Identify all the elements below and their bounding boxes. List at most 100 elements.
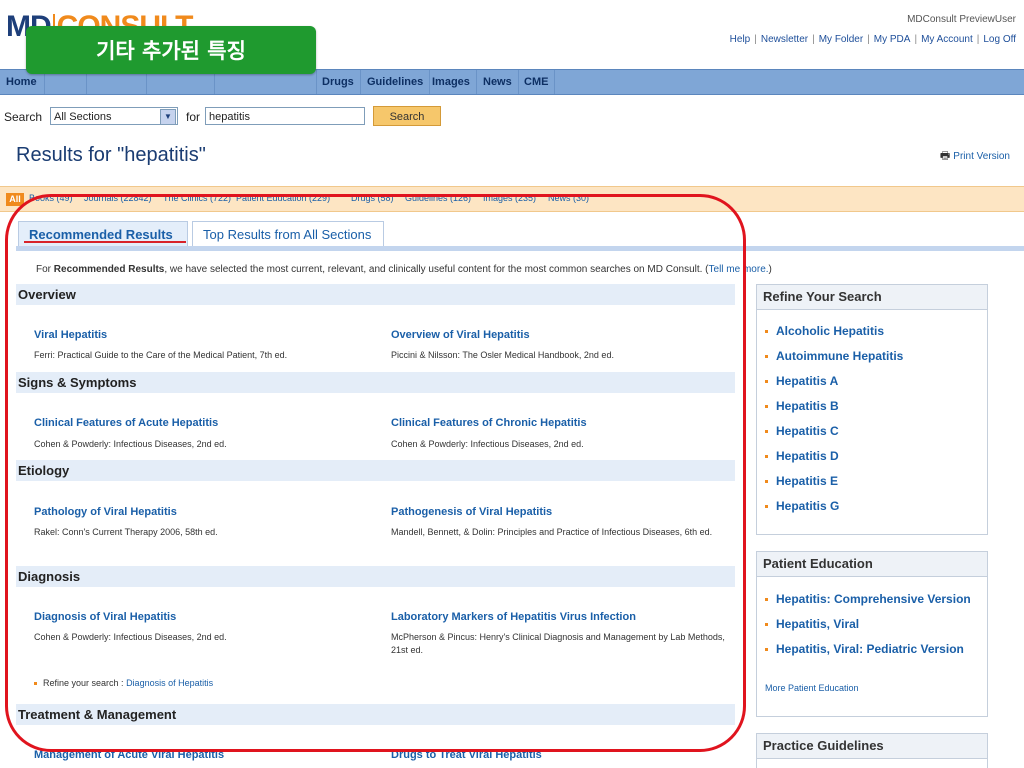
result-link[interactable]: Viral Hepatitis bbox=[34, 329, 107, 341]
section-select-value: All Sections bbox=[54, 111, 112, 123]
refine-item[interactable]: Alcoholic Hepatitis bbox=[765, 324, 884, 338]
refine-item[interactable]: Hepatitis A bbox=[765, 374, 838, 388]
filter-journals[interactable]: Journals (22842) bbox=[84, 193, 152, 203]
bullet-icon bbox=[765, 455, 768, 459]
practice-guidelines-heading: Practice Guidelines bbox=[757, 734, 987, 759]
tab-top-results[interactable]: Top Results from All Sections bbox=[192, 221, 384, 246]
section-heading-etiology: Etiology bbox=[16, 460, 735, 481]
result-source: Piccini & Nilsson: The Osler Medical Han… bbox=[391, 350, 614, 360]
section-filter-bar: All Books (49) Journals (22842) The Clin… bbox=[0, 186, 1024, 212]
separator: | bbox=[754, 34, 757, 45]
filter-clinics[interactable]: The Clinics (722) bbox=[163, 193, 231, 203]
result-link[interactable]: Laboratory Markers of Hepatitis Virus In… bbox=[391, 611, 636, 623]
intro-suffix: ) bbox=[768, 264, 772, 275]
refine-item-label: Hepatitis A bbox=[776, 374, 839, 388]
filter-books[interactable]: Books (49) bbox=[29, 193, 73, 203]
nav-drugs[interactable]: Drugs bbox=[316, 70, 361, 94]
refine-item-label: Hepatitis B bbox=[776, 399, 839, 413]
result-link[interactable]: Pathogenesis of Viral Hepatitis bbox=[391, 506, 552, 518]
intro-prefix: For bbox=[36, 264, 54, 275]
section-heading-diagnosis: Diagnosis bbox=[16, 566, 735, 587]
patient-education-heading: Patient Education bbox=[757, 552, 987, 577]
tab-underline bbox=[24, 241, 186, 243]
result-link[interactable]: Pathology of Viral Hepatitis bbox=[34, 506, 177, 518]
filter-images[interactable]: Images (235) bbox=[483, 193, 536, 203]
result-link[interactable]: Management of Acute Viral Hepatitis bbox=[34, 749, 224, 761]
bullet-icon bbox=[765, 648, 768, 652]
nav-news[interactable]: News bbox=[477, 70, 519, 94]
separator: | bbox=[914, 34, 918, 45]
filter-all[interactable]: All bbox=[6, 193, 24, 206]
bullet-icon bbox=[765, 430, 768, 434]
patient-education-item[interactable]: Hepatitis: Comprehensive Version bbox=[765, 592, 971, 606]
refine-item[interactable]: Autoimmune Hepatitis bbox=[765, 349, 903, 363]
intro-text: For Recommended Results, we have selecte… bbox=[36, 264, 772, 275]
result-link[interactable]: Overview of Viral Hepatitis bbox=[391, 329, 530, 341]
my-account-link[interactable]: My Account bbox=[921, 34, 973, 45]
result-source: Cohen & Powderly: Infectious Diseases, 2… bbox=[34, 439, 227, 449]
bullet-icon bbox=[34, 682, 37, 686]
practice-guidelines-box: Practice Guidelines bbox=[756, 733, 988, 768]
patient-education-label: Hepatitis: Comprehensive Version bbox=[776, 592, 971, 606]
tell-me-more-link[interactable]: Tell me more. bbox=[709, 264, 769, 275]
print-version-label: Print Version bbox=[953, 151, 1010, 162]
result-link[interactable]: Diagnosis of Viral Hepatitis bbox=[34, 611, 176, 623]
result-link[interactable]: Drugs to Treat Viral Hepatitis bbox=[391, 749, 542, 761]
chevron-down-icon[interactable]: ▼ bbox=[160, 109, 176, 125]
log-off-link[interactable]: Log Off bbox=[983, 34, 1016, 45]
result-source: Cohen & Powderly: Infectious Diseases, 2… bbox=[34, 632, 227, 642]
filter-news[interactable]: News (30) bbox=[548, 193, 589, 203]
patient-education-item[interactable]: Hepatitis, Viral: Pediatric Version bbox=[765, 642, 964, 656]
overlay-label: 기타 추가된 특징 bbox=[26, 26, 316, 74]
printer-icon: 🖶 bbox=[939, 150, 951, 162]
intro-bold: Recommended Results bbox=[53, 264, 165, 275]
print-version-link[interactable]: 🖶 Print Version bbox=[940, 147, 1010, 166]
filter-drugs[interactable]: Drugs (58) bbox=[351, 193, 394, 203]
header-links: Help | Newsletter | My Folder | My PDA | My Acco… bbox=[730, 34, 1016, 45]
patient-education-item[interactable]: Hepatitis, Viral bbox=[765, 617, 859, 631]
newsletter-link[interactable]: Newsletter bbox=[761, 34, 808, 45]
more-patient-education-link[interactable]: More Patient Education bbox=[765, 683, 859, 693]
nav-guidelines[interactable]: Guidelines bbox=[361, 70, 431, 94]
intro-body: , we have selected the most current, rel… bbox=[164, 264, 709, 275]
my-folder-link[interactable]: My Folder bbox=[819, 34, 863, 45]
refine-item-label: Hepatitis C bbox=[776, 424, 839, 438]
my-pda-link[interactable]: My PDA bbox=[874, 34, 911, 45]
result-source: Cohen & Powderly: Infectious Diseases, 2… bbox=[391, 439, 584, 449]
filter-guidelines[interactable]: Guidelines (126) bbox=[405, 193, 471, 203]
result-link[interactable]: Clinical Features of Acute Hepatitis bbox=[34, 417, 218, 429]
nav-images[interactable]: Images bbox=[426, 70, 477, 94]
patient-education-box: Patient Education Hepatitis: Comprehensi… bbox=[756, 551, 988, 717]
nav-cme[interactable]: CME bbox=[518, 70, 556, 94]
refine-note: Refine your search : Diagnosis of Hepati… bbox=[34, 678, 213, 688]
page-title: Results for "hepatitis" bbox=[16, 144, 206, 166]
result-source: Rakel: Conn's Current Therapy 2006, 58th… bbox=[34, 527, 218, 537]
filter-patient-education[interactable]: Patient Education (229) bbox=[236, 193, 330, 203]
refine-search-box: Refine Your Search Alcoholic Hepatitis A… bbox=[756, 284, 988, 535]
help-link[interactable]: Help bbox=[730, 34, 751, 45]
result-link[interactable]: Clinical Features of Chronic Hepatitis bbox=[391, 417, 587, 429]
bullet-icon bbox=[765, 355, 768, 359]
patient-education-label: Hepatitis, Viral bbox=[776, 617, 860, 631]
search-bar: Search All Sections ▼ for hepatitis Sear… bbox=[0, 104, 1024, 128]
for-label: for bbox=[186, 110, 201, 124]
bullet-icon bbox=[765, 598, 768, 602]
search-button[interactable]: Search bbox=[373, 106, 441, 126]
refine-item[interactable]: Hepatitis G bbox=[765, 499, 839, 513]
refine-item-label: Alcoholic Hepatitis bbox=[776, 324, 885, 338]
refine-item-label: Hepatitis D bbox=[776, 449, 839, 463]
bullet-icon bbox=[765, 480, 768, 484]
refine-item[interactable]: Hepatitis E bbox=[765, 474, 838, 488]
bullet-icon bbox=[765, 380, 768, 384]
refine-item-label: Autoimmune Hepatitis bbox=[776, 349, 904, 363]
separator: | bbox=[812, 34, 815, 45]
bullet-icon bbox=[765, 405, 768, 409]
separator: | bbox=[867, 34, 870, 45]
refine-item[interactable]: Hepatitis C bbox=[765, 424, 839, 438]
section-select[interactable]: All Sections ▼ bbox=[50, 107, 178, 125]
refine-note-link[interactable]: Diagnosis of Hepatitis bbox=[126, 678, 213, 688]
refine-item[interactable]: Hepatitis B bbox=[765, 399, 839, 413]
refine-item[interactable]: Hepatitis D bbox=[765, 449, 839, 463]
search-input[interactable]: hepatitis bbox=[205, 107, 365, 125]
result-source: McPherson & Pincus: Henry's Clinical Dia… bbox=[391, 632, 725, 655]
